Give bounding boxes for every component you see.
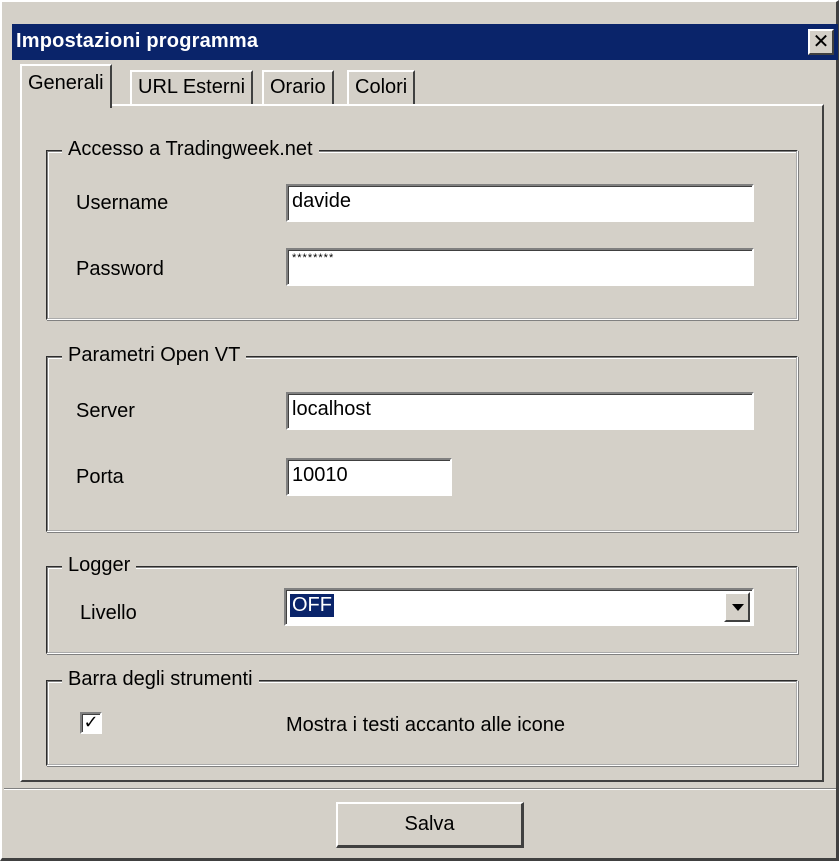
show-text-checkbox[interactable]: ✓ [80,712,102,734]
footer-separator [4,788,836,790]
chevron-down-icon [732,604,744,611]
port-field[interactable]: 10010 [286,458,452,496]
close-button[interactable]: ✕ [808,29,834,55]
group-logger-legend: Logger [62,554,137,577]
level-dropdown-button[interactable] [724,592,750,622]
username-label: Username [76,192,169,214]
group-toolbar-legend: Barra degli strumenti [62,668,259,691]
tab-panel-generali: Accesso a Tradingweek.net Username david… [20,104,824,782]
port-label: Porta [76,466,124,488]
level-select[interactable]: OFF [284,588,754,626]
title-bar[interactable]: Impostazioni programma ✕ [12,24,838,60]
tab-label: Generali [28,72,104,94]
tab-url-esterni[interactable]: URL Esterni [130,70,254,106]
tab-generali[interactable]: Generali [20,64,112,108]
checkmark-icon: ✓ [83,712,99,733]
tab-label: Orario [270,76,326,98]
username-field[interactable]: davide [286,184,754,222]
close-icon: ✕ [812,29,830,53]
group-openvt: Parametri Open VT Server localhost Porta… [46,344,798,532]
tab-colori[interactable]: Colori [347,70,416,106]
tab-orario[interactable]: Orario [262,70,334,106]
group-openvt-legend: Parametri Open VT [62,344,247,367]
server-label: Server [76,400,135,422]
settings-dialog: Impostazioni programma ✕ Generali URL Es… [0,0,839,861]
level-selected-value: OFF [290,594,334,617]
group-access-legend: Accesso a Tradingweek.net [62,138,319,161]
tab-label: Colori [355,76,408,98]
password-field[interactable]: ******** [286,248,754,286]
tab-label: URL Esterni [138,76,246,98]
group-logger: Logger Livello OFF [46,554,798,654]
server-field[interactable]: localhost [286,392,754,430]
group-access: Accesso a Tradingweek.net Username david… [46,138,798,320]
group-toolbar: Barra degli strumenti ✓ Mostra i testi a… [46,668,798,766]
save-button[interactable]: Salva [336,802,524,848]
show-text-label: Mostra i testi accanto alle icone [286,714,566,736]
level-label: Livello [80,602,137,624]
password-label: Password [76,258,164,280]
window-title: Impostazioni programma [16,30,259,52]
tab-strip: Generali URL Esterni Orario Colori [20,64,820,108]
